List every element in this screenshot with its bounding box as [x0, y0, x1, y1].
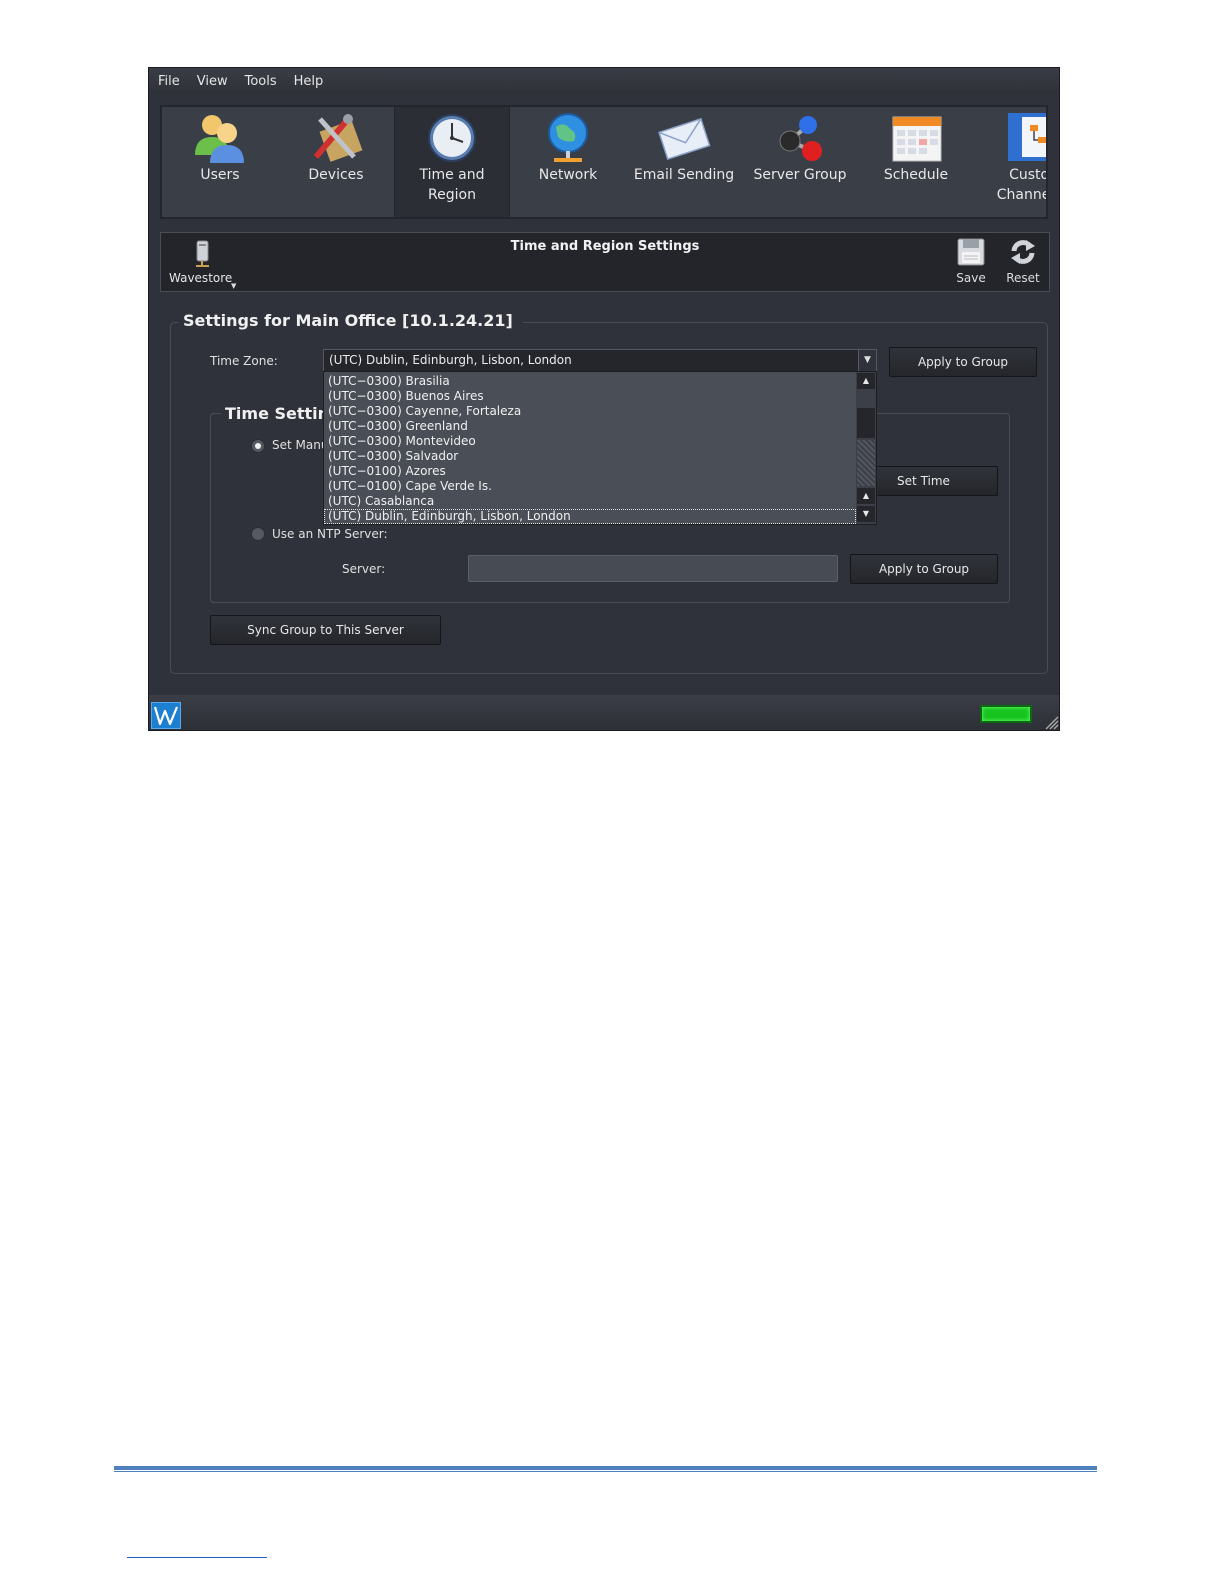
- apply-to-group-button[interactable]: Apply to Group: [889, 347, 1037, 377]
- toolbar-server-group[interactable]: Server Group: [742, 107, 858, 217]
- page-title: Time and Region Settings: [510, 239, 700, 254]
- status-bar: [149, 695, 1059, 730]
- refresh-icon: [1011, 240, 1035, 264]
- server-input[interactable]: [468, 555, 838, 582]
- category-toolbar: Users Devices Time and Region Network Em…: [160, 105, 1048, 219]
- scroll-thumb[interactable]: [857, 408, 875, 438]
- users-icon: [195, 115, 244, 163]
- toolbar-time-and-region[interactable]: Time and Region: [394, 107, 510, 217]
- menu-view[interactable]: View: [188, 74, 236, 89]
- time-zone-select[interactable]: (UTC) Dublin, Edinburgh, Lisbon, London …: [323, 349, 877, 372]
- save-label: Save: [956, 271, 986, 285]
- settings-group-title: Settings for Main Office [10.1.24.21]: [179, 311, 523, 330]
- reset-button[interactable]: Reset: [1001, 237, 1045, 289]
- time-zone-dropdown-list: (UTC−0300) Brasilia (UTC−0300) Buenos Ai…: [323, 371, 877, 525]
- toolbar-time-and-region-label: Time and Region: [419, 167, 485, 203]
- toolbar-schedule[interactable]: Schedule: [858, 107, 974, 217]
- scroll-down-icon[interactable]: ▼: [857, 506, 875, 522]
- apply-to-group-ntp-button[interactable]: Apply to Group: [850, 554, 998, 584]
- molecule-icon: [779, 116, 822, 161]
- dropdown-option[interactable]: (UTC−0300) Greenland: [324, 419, 856, 434]
- toolbar-server-group-label: Server Group: [753, 167, 847, 183]
- toolbar-custom-channel-tree-label: Custor Channel T: [996, 167, 1046, 203]
- menu-file[interactable]: File: [149, 74, 188, 89]
- resize-grip-icon[interactable]: [1043, 714, 1059, 730]
- dropdown-option[interactable]: (UTC−0300) Salvador: [324, 449, 856, 464]
- set-manual-radio[interactable]: [251, 439, 265, 453]
- set-manual-label: Set Manu: [272, 438, 329, 452]
- channel-tree-icon: [1008, 113, 1046, 161]
- wavestore-label: Wavestore: [169, 271, 233, 285]
- scroll-track[interactable]: [857, 440, 875, 486]
- floppy-disk-icon: [957, 238, 985, 266]
- ntp-server-radio[interactable]: [251, 527, 265, 541]
- devices-icon: [313, 114, 363, 162]
- menu-bar: File View Tools Help: [149, 68, 1059, 94]
- menu-tools[interactable]: Tools: [236, 74, 285, 89]
- time-zone-label: Time Zone:: [210, 354, 278, 368]
- chevron-down-icon[interactable]: ▼: [858, 350, 876, 371]
- toolbar-devices-label: Devices: [308, 167, 364, 183]
- sync-group-button[interactable]: Sync Group to This Server: [210, 615, 441, 645]
- footer-rule: [114, 1466, 1097, 1470]
- chevron-down-icon: ▼: [231, 282, 237, 290]
- envelope-icon: [658, 117, 711, 161]
- wavestore-logo: [151, 702, 181, 729]
- toolbar-schedule-label: Schedule: [883, 167, 949, 183]
- time-zone-value: (UTC) Dublin, Edinburgh, Lisbon, London: [329, 353, 572, 367]
- menu-help[interactable]: Help: [285, 74, 332, 89]
- footer-link-underline: [127, 1557, 267, 1558]
- dropdown-option-selected[interactable]: (UTC) Dublin, Edinburgh, Lisbon, London: [324, 509, 856, 524]
- settings-header-bar: Wavestore ▼ Time and Region Settings Sav…: [160, 232, 1050, 292]
- reset-label: Reset: [1006, 271, 1040, 285]
- toolbar-email-sending[interactable]: Email Sending: [626, 107, 742, 217]
- dropdown-option[interactable]: (UTC−0100) Azores: [324, 464, 856, 479]
- server-label: Server:: [342, 562, 386, 576]
- toolbar-devices[interactable]: Devices: [278, 107, 394, 217]
- scroll-up-icon[interactable]: ▲: [857, 488, 875, 504]
- status-led: [980, 705, 1032, 723]
- toolbar-network-label: Network: [538, 167, 598, 183]
- toolbar-custom-channel-tree[interactable]: Custor Channel T: [974, 107, 1046, 217]
- footer-rule-thin: [114, 1471, 1097, 1472]
- dropdown-option[interactable]: (UTC−0300) Cayenne, Fortaleza: [324, 404, 856, 419]
- toolbar-users[interactable]: Users: [162, 107, 278, 217]
- calendar-icon: [892, 116, 942, 162]
- dropdown-option[interactable]: (UTC−0100) Cape Verde Is.: [324, 479, 856, 494]
- toolbar-network[interactable]: Network: [510, 107, 626, 217]
- dropdown-option[interactable]: (UTC−0300) Montevideo: [324, 434, 856, 449]
- ntp-server-label: Use an NTP Server:: [272, 527, 388, 541]
- wavestore-w-icon: [153, 706, 179, 726]
- dropdown-scrollbar[interactable]: ▲ ▲ ▼: [856, 372, 876, 524]
- toolbar-email-sending-label: Email Sending: [633, 167, 735, 183]
- clock-icon: [428, 114, 476, 162]
- scroll-up-icon[interactable]: ▲: [857, 373, 875, 389]
- dropdown-option[interactable]: (UTC−0300) Buenos Aires: [324, 389, 856, 404]
- toolbar-users-label: Users: [200, 167, 240, 183]
- save-button[interactable]: Save: [949, 237, 993, 289]
- dropdown-option[interactable]: (UTC−0300) Brasilia: [324, 374, 856, 389]
- dropdown-option[interactable]: (UTC) Casablanca: [324, 494, 856, 509]
- globe-network-icon: [548, 113, 588, 162]
- app-window: File View Tools Help Users Devices Time …: [148, 67, 1060, 731]
